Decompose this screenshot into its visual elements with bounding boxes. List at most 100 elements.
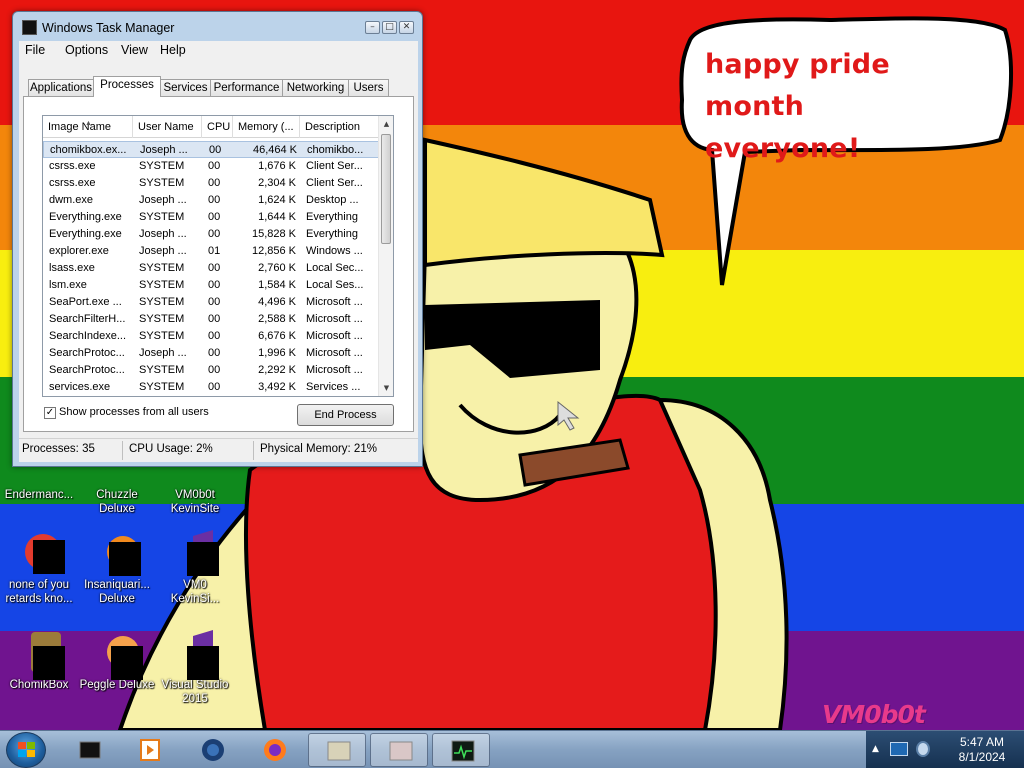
desktop-icon-label: Endermanc... (4, 489, 74, 501)
network-icon[interactable] (890, 742, 908, 756)
chomikbox-icon (17, 630, 65, 680)
system-tray: ▲ 5:47 AM 8/1/2024 (866, 731, 1024, 768)
start-button[interactable] (6, 732, 46, 768)
menu-options[interactable]: Options (65, 43, 108, 57)
process-list[interactable]: ▲ Image Name User Name CPU Memory (... D… (42, 115, 394, 397)
tab-processes[interactable]: Processes (93, 76, 161, 97)
table-row[interactable]: csrss.exe SYSTEM 00 2,304 K Client Ser... (43, 175, 379, 192)
table-row[interactable]: SearchFilterH... SYSTEM 00 2,588 K Microsoft… (43, 311, 379, 328)
sort-arrow-icon: ▲ (85, 120, 92, 127)
status-bar: Processes: 35 CPU Usage: 2% Physical Mem… (19, 438, 418, 462)
taskbar-button-window-1[interactable] (308, 733, 366, 767)
scroll-up-arrow-icon[interactable]: ▲ (379, 116, 393, 132)
taskbar-button-terminal[interactable] (60, 733, 118, 767)
status-process-count: Processes: 35 (22, 443, 95, 455)
desktop-icon-label: none of you retards kno... (5, 579, 73, 605)
visual-studio-icon (173, 630, 219, 680)
close-button[interactable]: ✕ (399, 21, 414, 34)
minimize-button[interactable]: – (365, 21, 380, 34)
menu-bar: File Options View Help (19, 41, 418, 61)
taskbar-button-browser[interactable] (183, 733, 241, 767)
windows-logo-icon (18, 742, 36, 758)
scrollbar-thumb[interactable] (381, 134, 391, 244)
task-manager-window[interactable]: Windows Task Manager – □ ✕ File Options … (12, 11, 423, 467)
column-header-cpu[interactable]: CPU (202, 116, 233, 138)
speech-bubble-line-2: everyone! (705, 133, 861, 164)
table-row[interactable]: Everything.exe Joseph ... 00 15,828 K Everyt… (43, 226, 379, 243)
table-row[interactable]: Everything.exe SYSTEM 00 1,644 K Everything (43, 209, 379, 226)
taskbar-button-window-2[interactable] (370, 733, 428, 767)
clock-time[interactable]: 5:47 AM (946, 735, 1018, 749)
peggle-icon (95, 630, 143, 680)
status-divider (253, 441, 254, 460)
table-row[interactable]: chomikbox.ex... Joseph ... 00 46,464 Kchomi… (43, 141, 379, 158)
desktop-icon-label: Peggle Deluxe (79, 679, 155, 691)
desktop-icon-label: Chuzzle Deluxe (96, 489, 138, 515)
column-header-user-name[interactable]: User Name (133, 116, 202, 138)
desktop-icon-visual-studio[interactable]: Visual Studio 2015 (156, 630, 234, 706)
wallpaper-watermark: VM0b0t (822, 700, 926, 729)
window-thumbnail-icon (327, 741, 351, 761)
desktop-icon-label: Visual Studio 2015 (161, 679, 229, 705)
firefox-icon (264, 739, 286, 761)
menu-help[interactable]: Help (160, 43, 186, 57)
desktop-icon-vm0-kevinsite[interactable]: VM0 KevinSi... (156, 530, 234, 606)
scroll-down-arrow-icon[interactable]: ▼ (379, 380, 393, 396)
table-row[interactable]: csrss.exe SYSTEM 00 1,676 K Client Ser... (43, 158, 379, 175)
tab-users[interactable]: Users (348, 79, 389, 96)
taskbar-button-media-player[interactable] (120, 733, 178, 767)
speech-bubble-line-1: happy pride month (705, 49, 890, 122)
vertical-scrollbar[interactable]: ▲ ▼ (378, 116, 393, 396)
table-row[interactable]: explorer.exe Joseph ... 01 12,856 K Windows … (43, 243, 379, 260)
globe-icon (202, 739, 224, 761)
process-rows: chomikbox.ex... Joseph ... 00 46,464 Kchomi… (43, 141, 379, 396)
tab-services[interactable]: Services (160, 79, 211, 96)
desktop-icon-none-of-you[interactable]: none of you retards kno... (0, 530, 78, 606)
table-row[interactable]: lsass.exe SYSTEM 00 2,760 K Local Sec... (43, 260, 379, 277)
status-divider (122, 441, 123, 460)
window-title: Windows Task Manager (42, 21, 175, 35)
table-row[interactable]: SearchIndexe... SYSTEM 00 6,676 K Microsoft … (43, 328, 379, 345)
taskbar-button-task-manager[interactable] (432, 733, 490, 767)
tray-expand-icon[interactable]: ▲ (872, 744, 879, 754)
desktop-icon-peggle[interactable]: Peggle Deluxe (78, 630, 156, 692)
column-header-description[interactable]: Description (300, 116, 379, 138)
maximize-button[interactable]: □ (382, 21, 397, 34)
volume-icon[interactable] (916, 741, 930, 757)
hat (423, 137, 665, 268)
table-row[interactable]: dwm.exe Joseph ... 00 1,624 K Desktop ... (43, 192, 379, 209)
process-list-header: ▲ Image Name User Name CPU Memory (... D… (43, 116, 379, 138)
title-bar[interactable]: Windows Task Manager – □ ✕ (13, 12, 422, 40)
taskbar: ▲ 5:47 AM 8/1/2024 (0, 730, 1024, 768)
menu-file[interactable]: File (25, 43, 45, 57)
status-cpu-usage: CPU Usage: 2% (129, 443, 213, 455)
column-header-memory[interactable]: Memory (... (233, 116, 300, 138)
chrome-icon (17, 530, 65, 574)
desktop-icon-label: Insaniquari... Deluxe (84, 579, 150, 605)
tab-performance[interactable]: Performance (210, 79, 283, 96)
window-thumbnail-icon (389, 741, 413, 761)
table-row[interactable]: SearchProtoc... Joseph ... 00 1,996 K Micros… (43, 345, 379, 362)
table-row[interactable]: SearchProtoc... SYSTEM 00 2,292 K Microsoft … (43, 362, 379, 379)
checkbox-checked-icon[interactable]: ✓ (44, 407, 56, 419)
desktop-icon-chomikbox[interactable]: ChomikBox (0, 630, 78, 692)
table-row[interactable]: SeaPort.exe ... SYSTEM 00 4,496 K Microsoft … (43, 294, 379, 311)
desktop-icon-insaniquarium[interactable]: Insaniquari... Deluxe (78, 530, 156, 606)
speech-bubble-text: happy pride month everyone! (705, 44, 995, 170)
column-header-image-name[interactable]: ▲ Image Name (43, 116, 133, 138)
media-player-icon (140, 739, 160, 761)
terminal-icon (79, 741, 101, 759)
end-process-button[interactable]: End Process (297, 404, 394, 426)
show-all-processes-label: Show processes from all users (59, 406, 209, 418)
tab-applications[interactable]: Applications (28, 79, 94, 96)
clock-date[interactable]: 8/1/2024 (946, 750, 1018, 764)
status-physical-memory: Physical Memory: 21% (260, 443, 377, 455)
visual-studio-icon (173, 530, 219, 576)
table-row[interactable]: services.exe SYSTEM 00 3,492 K Services ... (43, 379, 379, 396)
window-client-area: Applications Processes Services Performa… (19, 61, 418, 461)
table-row[interactable]: lsm.exe SYSTEM 00 1,584 K Local Ses... (43, 277, 379, 294)
tab-networking[interactable]: Networking (282, 79, 349, 96)
insaniquarium-icon (95, 530, 141, 576)
taskbar-button-firefox[interactable] (245, 733, 303, 767)
menu-view[interactable]: View (121, 43, 148, 57)
